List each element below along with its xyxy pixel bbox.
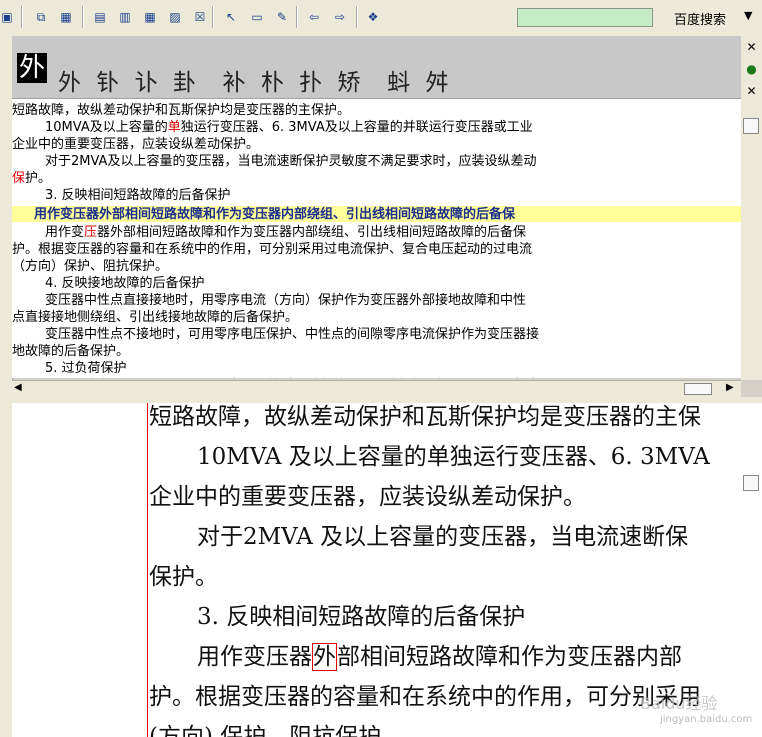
scroll-right-icon[interactable]: ▶ [726,382,734,393]
color-icon[interactable]: ❖ [364,8,382,26]
scroll-thumb-bottom[interactable] [743,475,759,491]
text-line: 4. 反映接地故障的后备保护 [45,276,205,291]
current-char-box: 外 [312,643,337,671]
search-input[interactable] [517,8,653,27]
text-line: （方向）保护、阻抗保护。 [12,259,169,274]
uncertain-char[interactable]: 压 [84,225,97,240]
back-arrow-icon[interactable]: ⇦ [305,8,323,26]
text-line: 企业中的重要变压器，应装设纵差动保护。 [12,137,260,152]
text-line: (方向) 保护、阻抗保护。 [149,724,405,737]
watermark-logo: Baidu经验 [640,694,718,713]
pointer-icon[interactable]: ↖ [222,8,240,26]
candidate-bar: 外 外 钋 讣 卦 补 朴 扑 矫 蚪 舛 [12,36,741,99]
text-line: 企业中的重要变压器，应装设纵差动保护。 [149,484,586,510]
ocr-text-pane[interactable]: 外 外 钋 讣 卦 补 朴 扑 矫 蚪 舛 短路故障，故纵差动保护和瓦斯保护均是… [12,36,741,378]
horizontal-scrollbar[interactable]: ◀ ▶ [12,380,741,398]
text-line: 短路故障，故纵差动保护和瓦斯保护均是变压器的主保护。 [12,103,351,118]
text-segment: 部相间短路故障和作为变压器内部 [337,644,682,670]
text-line: 对于2MVA及以上容量的变压器，当电流速断保护灵敏度不满足要求时，应装设纵差动 [45,154,537,169]
text-line: 地故障的后备保护。 [12,344,130,359]
selected-candidate[interactable]: 外 [17,53,47,83]
top-pane-scrollbar[interactable]: ✕ ● ✕ [741,36,762,380]
text-line: 3. 反映相间短路故障的后备保护 [197,604,526,630]
text-line: 3. 反映相间短路故障的后备保护 [45,188,231,203]
text-line: 用来反映容量在0. 4MVA及以上变压器的对称过负荷，……过负荷保护只需要用一相… [12,377,741,378]
recognized-text[interactable]: 短路故障，故纵差动保护和瓦斯保护均是变压器的主保护。 10MVA及以上容量的单独运… [12,102,741,378]
layout-a-icon[interactable]: ▤ [91,8,109,26]
close-icon[interactable]: ✕ [744,40,759,55]
forward-arrow-icon[interactable]: ⇨ [331,8,349,26]
text-line: 5. 过负荷保护 [45,361,127,376]
text-segment: 用作变 [45,225,85,240]
text-segment: 护。 [25,171,52,186]
scanned-image-text: 短路故障，故纵差动保护和瓦斯保护均是变压器的主保 10MVA 及以上容量的单独运行… [149,403,741,737]
text-line: 对于2MVA 及以上容量的变压器，当电流速断保 [197,524,689,550]
pin-icon[interactable]: ● [744,62,759,77]
open-icon[interactable]: ▣ [0,8,16,26]
highlighted-line[interactable]: 用作变压器外部相间短路故障和作为变压器内部绕组、引出线相间短路故障的后备保 [12,206,741,222]
toolbar-separator [212,6,214,28]
select-icon[interactable]: ▭ [248,8,266,26]
text-line: 变压器中性点直接接地时，用零序电流（方向）保护作为变压器外部接地故障和中性 [45,293,527,308]
paste-icon[interactable]: ▦ [57,8,75,26]
horizontal-scroll-thumb[interactable] [684,383,712,395]
toolbar-separator [296,6,298,28]
toolbar-separator [21,6,23,28]
text-line: 短路故障，故纵差动保护和瓦斯保护均是变压器的主保 [149,404,701,430]
image-icon[interactable]: ▨ [166,8,184,26]
text-line: 护。根据变压器的容量和在系统中的作用，可分别采用过电流保护、复合电压起动的过电流 [12,242,533,257]
search-dropdown-icon[interactable]: ▼ [744,9,752,22]
uncertain-char[interactable]: 保 [12,171,25,186]
candidate-list[interactable]: 外 钋 讣 卦 补 朴 扑 矫 蚪 舛 [58,63,452,97]
copy-icon[interactable]: ⧉ [32,8,50,26]
text-line: 变压器中性点不接地时，可用零序电压保护、中性点的间隙零序电流保护作为变压器接 [45,327,540,342]
scroll-thumb[interactable] [743,118,759,134]
margin-line [147,403,148,737]
text-line: 用作变压器外部相间短路故障和作为变压器内部 [149,637,741,677]
image-preview-pane[interactable]: 短路故障，故纵差动保护和瓦斯保护均是变压器的主保 10MVA 及以上容量的单独运行… [12,403,741,737]
text-line: 10MVA及以上容量的单独运行变压器、6. 3MVA及以上容量的并联运行变压器或… [12,119,741,136]
table-icon[interactable]: ▦ [141,8,159,26]
pen-icon[interactable]: ✎ [273,8,291,26]
toolbar-separator [356,6,358,28]
text-line: 10MVA 及以上容量的单独运行变压器、6. 3MVA [197,444,710,470]
text-line: 保护。 [12,170,741,187]
toolbar-separator [82,6,84,28]
text-line: 用作变压器外部相间短路故障和作为变压器内部绕组、引出线相间短路故障的后备保 [12,224,741,241]
text-line: 保护。 [149,564,218,590]
text-segment: 独运行变压器、6. 3MVA及以上容量的并联运行变压器或工业 [180,120,533,135]
text-line: 点直接接地侧绕组、引出线接地故障的后备保护。 [12,310,299,325]
toolbar: ▣ ⧉ ▦ ▤ ▥ ▦ ▨ ☒ ↖ ▭ ✎ ⇦ ⇨ ❖ 百度搜索 ▼ [0,0,762,37]
scroll-left-icon[interactable]: ◀ [14,382,22,393]
watermark-url: jingyan.baidu.com [660,714,753,725]
text-segment: 10MVA及以上容量的 [45,120,168,135]
delete-icon[interactable]: ☒ [191,8,209,26]
text-segment: 用作变压器 [197,644,312,670]
uncertain-char[interactable]: 单 [168,120,181,135]
bottom-pane-scrollbar[interactable] [741,403,762,737]
baidu-search-button[interactable]: 百度搜索 [674,9,726,28]
text-segment: 器外部相间短路故障和作为变压器内部绕组、引出线相间短路故障的后备保 [97,225,527,240]
layout-b-icon[interactable]: ▥ [116,8,134,26]
close-icon-secondary[interactable]: ✕ [744,84,759,99]
